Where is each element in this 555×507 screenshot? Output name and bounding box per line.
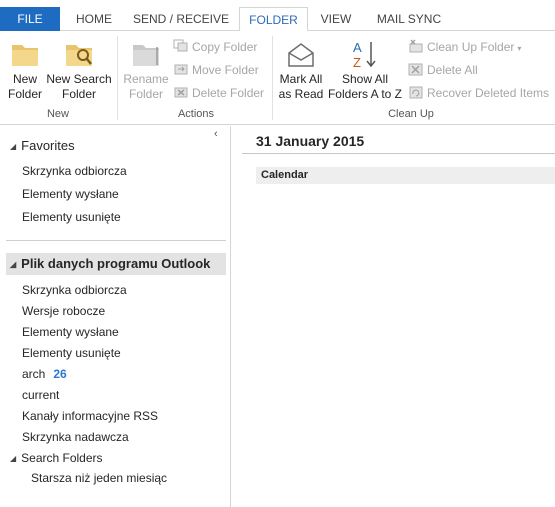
favorite-item[interactable]: Elementy wysłane — [22, 187, 119, 201]
copy-folder-label: Copy Folder — [192, 40, 258, 54]
clean-up-folder-label: Clean Up Folder — [427, 40, 515, 54]
recover-deleted-icon — [408, 85, 424, 99]
recover-deleted-items-label: Recover Deleted Items — [427, 86, 550, 100]
tab-folder[interactable]: FOLDER — [239, 7, 308, 32]
folder-item[interactable]: Elementy usunięte — [22, 346, 121, 360]
mark-all-as-read-button[interactable]: Mark All as Read — [276, 35, 326, 107]
delete-all-label: Delete All — [427, 63, 478, 77]
show-all-folders-label: Show All Folders A to Z — [327, 72, 403, 101]
show-all-folders-button[interactable]: A Z Show All Folders A to Z — [326, 35, 404, 107]
move-folder-icon — [173, 62, 189, 76]
folder-label: arch — [22, 367, 46, 381]
svg-text:Z: Z — [353, 55, 361, 69]
group-label-actions: Actions — [177, 108, 215, 120]
store-header[interactable]: ◢ Plik danych programu Outlook — [6, 253, 226, 275]
folder-pane: ‹ ◢ Favorites Skrzynka odbiorcza Elementy… — [0, 126, 231, 507]
svg-text:A: A — [353, 40, 362, 55]
folder-item[interactable]: Kanały informacyjne RSS — [22, 409, 158, 423]
copy-folder-button[interactable]: Copy Folder — [173, 37, 257, 57]
rename-folder-button[interactable]: Rename Folder — [121, 35, 171, 107]
delete-folder-label: Delete Folder — [192, 86, 265, 100]
ribbon-tab-bar: FILE HOME SEND / RECEIVE FOLDER VIEW MAI… — [0, 0, 555, 32]
move-folder-button[interactable]: Move Folder — [173, 60, 259, 80]
tab-view[interactable]: VIEW — [312, 7, 360, 31]
move-folder-label: Move Folder — [192, 63, 259, 77]
new-folder-label: New Folder — [7, 72, 42, 101]
new-folder-button[interactable]: New Folder — [2, 35, 48, 107]
rename-folder-icon — [130, 39, 162, 69]
favorites-header[interactable]: ◢ Favorites — [10, 138, 75, 153]
expand-triangle-icon: ◢ — [10, 142, 17, 151]
collapse-pane-button[interactable]: ‹ — [214, 128, 218, 140]
sort-az-icon: A Z — [349, 39, 381, 70]
folder-item[interactable]: Wersje robocze — [22, 304, 105, 318]
group-divider — [272, 36, 273, 120]
folder-item-arch[interactable]: arch 26 — [22, 367, 67, 381]
folder-item[interactable]: Skrzynka nadawcza — [22, 430, 129, 444]
clean-up-icon — [408, 39, 424, 53]
delete-all-icon — [408, 62, 424, 76]
unread-count-badge: 26 — [53, 367, 67, 381]
search-folders-label: Search Folders — [21, 451, 103, 465]
folder-item[interactable]: Elementy wysłane — [22, 325, 119, 339]
calendar-view: 31 January 2015 Calendar — [232, 126, 555, 507]
date-divider — [242, 153, 555, 154]
folder-item[interactable]: Skrzynka odbiorcza — [22, 283, 127, 297]
new-search-folder-label: New Search Folder — [46, 72, 112, 101]
tab-home[interactable]: HOME — [66, 7, 122, 31]
delete-folder-button[interactable]: Delete Folder — [173, 83, 264, 103]
expand-triangle-icon: ◢ — [10, 260, 17, 269]
store-label: Plik danych programu Outlook — [21, 256, 211, 271]
favorites-label: Favorites — [21, 138, 75, 153]
envelope-open-icon — [285, 39, 317, 69]
group-label-new: New — [46, 108, 69, 120]
recover-deleted-items-button[interactable]: Recover Deleted Items — [408, 83, 549, 103]
search-folders-header[interactable]: ◢ Search Folders — [10, 451, 103, 465]
rename-folder-label: Rename Folder — [123, 72, 169, 101]
favorite-item[interactable]: Elementy usunięte — [22, 210, 121, 224]
date-heading: 31 January 2015 — [256, 133, 365, 149]
folder-item[interactable]: current — [22, 388, 59, 402]
search-folder-item[interactable]: Starsza niż jeden miesiąc — [31, 471, 167, 485]
pane-divider — [6, 240, 226, 241]
new-search-folder-button[interactable]: New Search Folder — [46, 35, 112, 107]
new-folder-icon — [9, 39, 41, 69]
expand-triangle-icon: ◢ — [10, 454, 17, 463]
favorite-item[interactable]: Skrzynka odbiorcza — [22, 164, 127, 178]
copy-folder-icon — [173, 39, 189, 53]
delete-all-button[interactable]: Delete All — [408, 60, 478, 80]
tab-send-receive[interactable]: SEND / RECEIVE — [128, 7, 234, 31]
calendar-row[interactable]: Calendar — [256, 167, 555, 184]
delete-folder-icon — [173, 85, 189, 99]
mark-all-as-read-label: Mark All as Read — [278, 72, 324, 101]
tab-mail-sync[interactable]: MAIL SYNC — [366, 7, 452, 31]
ribbon-folder: New Folder New Search Folder New Rename … — [0, 31, 555, 125]
group-divider — [117, 36, 118, 120]
clean-up-folder-button[interactable]: Clean Up Folder ▾ — [408, 37, 521, 57]
search-folder-icon — [63, 39, 95, 69]
group-label-clean-up: Clean Up — [388, 108, 434, 120]
tab-file[interactable]: FILE — [0, 7, 60, 31]
chevron-down-icon: ▾ — [517, 44, 522, 53]
